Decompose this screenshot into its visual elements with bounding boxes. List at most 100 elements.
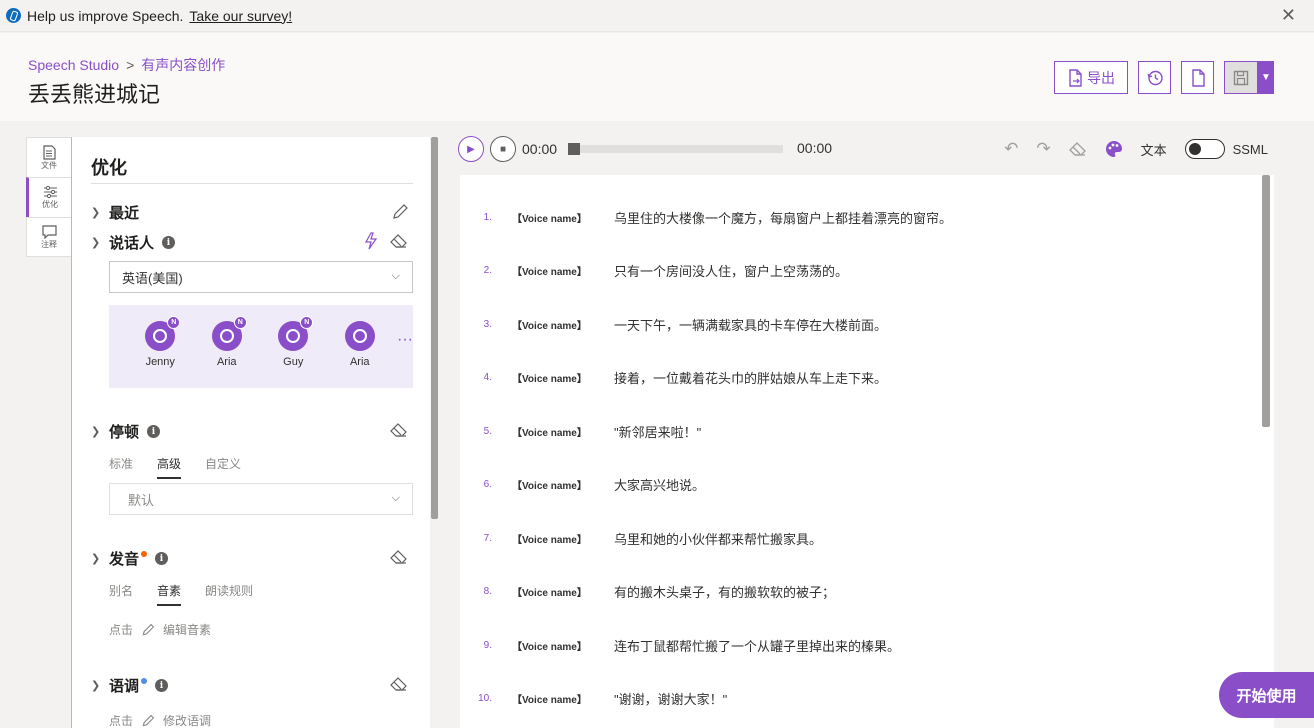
- script-document[interactable]: 1. 【Voice name】 乌里住的大楼像一个魔方，每扇窗户上都挂着漂亮的窗帘。…: [460, 175, 1274, 728]
- line-voice-name[interactable]: 【Voice name】: [512, 370, 614, 385]
- chevron-down-icon: ❯: [91, 237, 101, 249]
- section-speaker-label: 说话人: [109, 235, 155, 252]
- line-voice-name[interactable]: 【Voice name】: [512, 424, 614, 439]
- eraser-icon[interactable]: [1068, 141, 1087, 157]
- get-started-button[interactable]: 开始使用: [1219, 672, 1314, 718]
- history-button[interactable]: [1138, 61, 1171, 94]
- survey-banner: Help us improve Speech. Take our survey!…: [0, 0, 1314, 32]
- eraser-icon[interactable]: [390, 233, 408, 249]
- voice-item-aria[interactable]: N Aria: [194, 316, 261, 368]
- undo-icon[interactable]: ↶: [1004, 139, 1018, 159]
- line-text[interactable]: "新邻居来啦！": [614, 422, 701, 441]
- script-line[interactable]: 1. 【Voice name】 乌里住的大楼像一个魔方，每扇窗户上都挂着漂亮的窗帘。: [460, 207, 952, 227]
- line-text[interactable]: 乌里和她的小伙伴都来帮忙搬家具。: [614, 529, 822, 548]
- pause-select[interactable]: 默认 ⌵: [109, 483, 413, 515]
- script-line[interactable]: 3. 【Voice name】 一天下午，一辆满载家具的卡车停在大楼前面。: [460, 314, 887, 334]
- line-voice-name[interactable]: 【Voice name】: [512, 477, 614, 492]
- voice-flash-icon[interactable]: [362, 232, 380, 250]
- tab-file[interactable]: 文件: [26, 137, 72, 177]
- intonation-hint: 点击 修改语调: [109, 712, 211, 728]
- breadcrumb-speech-studio[interactable]: Speech Studio: [28, 57, 119, 73]
- voice-item-guy[interactable]: N Guy: [260, 316, 327, 368]
- new-badge: N: [167, 316, 181, 329]
- chevron-down-icon: ❯: [91, 553, 101, 565]
- panel-splitter[interactable]: [431, 137, 438, 519]
- ssml-mode-label: SSML: [1232, 141, 1268, 157]
- line-voice-name[interactable]: 【Voice name】: [512, 531, 614, 546]
- tab-pause-advanced[interactable]: 高级: [157, 455, 182, 479]
- hint-click: 点击: [109, 623, 134, 637]
- progress-handle[interactable]: [568, 143, 580, 155]
- line-voice-name[interactable]: 【Voice name】: [512, 691, 614, 706]
- info-icon[interactable]: i: [147, 425, 161, 438]
- line-voice-name[interactable]: 【Voice name】: [512, 263, 614, 278]
- line-text[interactable]: "谢谢，谢谢大家！": [614, 689, 727, 708]
- tab-reading-rules[interactable]: 朗读规则: [205, 582, 253, 606]
- pencil-icon[interactable]: [391, 203, 409, 221]
- redo-icon[interactable]: ↷: [1036, 139, 1050, 159]
- eraser-icon[interactable]: [390, 422, 408, 438]
- voice-item-aria-2[interactable]: Aria: [327, 321, 394, 368]
- stop-button[interactable]: ■: [490, 136, 516, 162]
- line-text[interactable]: 连布丁鼠都帮忙搬了一个从罐子里掉出来的榛果。: [614, 636, 900, 655]
- section-recent[interactable]: ❯ 最近: [91, 202, 139, 223]
- script-line[interactable]: 9. 【Voice name】 连布丁鼠都帮忙搬了一个从罐子里掉出来的榛果。: [460, 635, 900, 655]
- section-intonation-label: 语调: [109, 678, 140, 695]
- save-dropdown-button[interactable]: ▼: [1258, 61, 1274, 94]
- line-text[interactable]: 大家高兴地说。: [614, 475, 705, 494]
- script-line[interactable]: 4. 【Voice name】 接着，一位戴着花头巾的胖姑娘从车上走下来。: [460, 368, 887, 388]
- export-button[interactable]: 导出: [1054, 61, 1128, 94]
- info-icon[interactable]: i: [155, 679, 169, 692]
- tab-alias[interactable]: 别名: [109, 582, 133, 606]
- breadcrumb-audio-content[interactable]: 有声内容创作: [141, 57, 225, 73]
- line-text[interactable]: 有的搬木头桌子，有的搬软软的被子；: [614, 582, 835, 601]
- script-line[interactable]: 6. 【Voice name】 大家高兴地说。: [460, 475, 705, 495]
- info-icon[interactable]: i: [155, 552, 169, 565]
- voice-item-jenny[interactable]: N Jenny: [127, 316, 194, 368]
- close-icon[interactable]: ✕: [1281, 5, 1296, 26]
- tab-phoneme[interactable]: 音素: [157, 582, 182, 606]
- eraser-icon[interactable]: [390, 676, 408, 692]
- tab-optimize[interactable]: 优化: [26, 177, 72, 217]
- section-pronunciation[interactable]: ❯ 发音 i: [91, 548, 169, 569]
- script-line[interactable]: 7. 【Voice name】 乌里和她的小伙伴都来帮忙搬家具。: [460, 528, 822, 548]
- pronunciation-tabs: 别名 音素 朗读规则: [109, 582, 253, 606]
- section-pause[interactable]: ❯ 停顿 i: [91, 421, 161, 442]
- tab-notes[interactable]: 注释: [26, 217, 72, 257]
- script-line[interactable]: 5. 【Voice name】 "新邻居来啦！": [460, 421, 702, 441]
- ssml-toggle[interactable]: [1184, 139, 1225, 159]
- play-button[interactable]: ▶: [458, 136, 484, 162]
- section-speaker[interactable]: ❯ 说话人 i: [91, 232, 176, 253]
- palette-icon[interactable]: [1105, 140, 1123, 158]
- script-line[interactable]: 2. 【Voice name】 只有一个房间没人住，窗户上空荡荡的。: [460, 261, 848, 281]
- new-file-button[interactable]: [1181, 61, 1214, 94]
- person-icon: [153, 329, 168, 343]
- eraser-icon[interactable]: [390, 549, 408, 565]
- line-voice-name[interactable]: 【Voice name】: [512, 210, 614, 225]
- pause-value: 默认: [128, 492, 155, 508]
- voice-name: Aria: [216, 356, 237, 368]
- tab-pause-custom[interactable]: 自定义: [205, 455, 241, 479]
- info-icon[interactable]: i: [162, 236, 176, 249]
- document-scrollbar[interactable]: [1262, 175, 1270, 427]
- line-text[interactable]: 接着，一位戴着花头巾的胖姑娘从车上走下来。: [614, 368, 887, 387]
- line-voice-name[interactable]: 【Voice name】: [512, 584, 614, 599]
- voice-name: Guy: [283, 356, 304, 368]
- language-select[interactable]: 英语(美国) ⌵: [109, 261, 413, 293]
- progress-bar[interactable]: [568, 143, 783, 155]
- section-intonation[interactable]: ❯ 语调 i: [91, 675, 169, 696]
- survey-link[interactable]: Take our survey!: [189, 8, 292, 24]
- script-line[interactable]: 10. 【Voice name】 "谢谢，谢谢大家！": [460, 689, 727, 709]
- line-text[interactable]: 乌里住的大楼像一个魔方，每扇窗户上都挂着漂亮的窗帘。: [614, 208, 952, 227]
- line-voice-name[interactable]: 【Voice name】: [512, 317, 614, 332]
- line-text[interactable]: 一天下午，一辆满载家具的卡车停在大楼前面。: [614, 315, 887, 334]
- script-line[interactable]: 8. 【Voice name】 有的搬木头桌子，有的搬软软的被子；: [460, 582, 835, 602]
- save-button[interactable]: [1224, 61, 1258, 94]
- line-text[interactable]: 只有一个房间没人住，窗户上空荡荡的。: [614, 261, 848, 280]
- tab-pause-standard[interactable]: 标准: [109, 455, 133, 479]
- person-icon: [286, 329, 301, 343]
- line-number: 3.: [483, 318, 492, 330]
- line-voice-name[interactable]: 【Voice name】: [512, 638, 614, 653]
- section-recent-label: 最近: [109, 205, 140, 222]
- more-voices-button[interactable]: ···: [397, 331, 413, 349]
